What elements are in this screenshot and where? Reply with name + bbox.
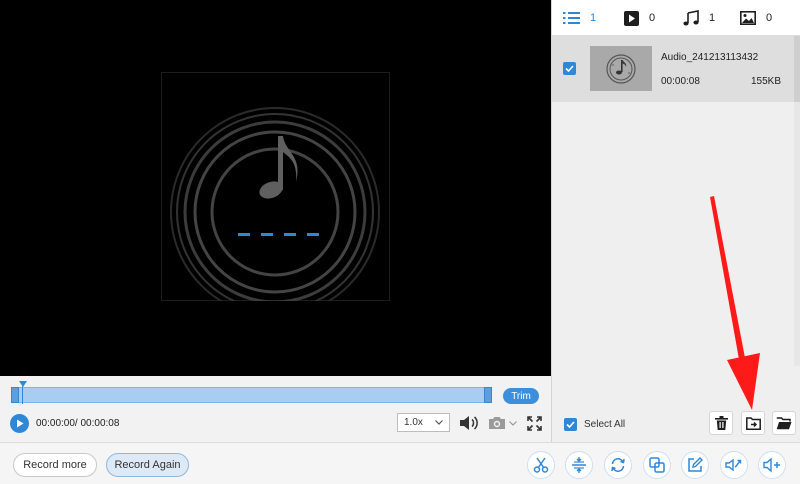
- item-thumbnail: [590, 46, 652, 91]
- checkmark-icon: [565, 65, 574, 72]
- list-item[interactable]: Audio_241213113432 00:00:08 155KB: [552, 36, 795, 102]
- edit-icon: [688, 457, 703, 472]
- volume-boost-icon: [763, 457, 780, 473]
- export-icon: [725, 458, 742, 472]
- save-to-folder-button[interactable]: [741, 411, 765, 435]
- tab-video[interactable]: 0: [624, 8, 655, 28]
- playhead-line: [22, 386, 23, 404]
- play-icon: [16, 419, 23, 428]
- filter-tabs: 1 0 1 0: [552, 0, 800, 36]
- chevron-down-icon: [508, 420, 517, 426]
- record-more-button[interactable]: Record more: [13, 453, 97, 477]
- record-again-button[interactable]: Record Again: [106, 453, 189, 477]
- image-icon: [740, 11, 756, 25]
- scissors-icon: [533, 457, 549, 473]
- bottom-toolbar: Record more Record Again: [0, 442, 800, 484]
- item-size: 155KB: [750, 76, 781, 87]
- tab-image[interactable]: 0: [740, 8, 772, 28]
- delete-button[interactable]: [709, 411, 733, 435]
- select-all-checkbox[interactable]: [564, 418, 577, 431]
- trash-icon: [714, 416, 728, 430]
- audio-visual-icon: [170, 107, 380, 301]
- camera-icon: [488, 417, 505, 429]
- fullscreen-button[interactable]: [525, 414, 543, 432]
- preview-area: [0, 0, 551, 376]
- checkmark-icon: [566, 421, 575, 428]
- trim-end-handle[interactable]: [484, 387, 492, 403]
- edit-tool-button[interactable]: [681, 451, 709, 479]
- snapshot-button[interactable]: [486, 414, 518, 432]
- music-icon: [683, 10, 699, 26]
- convert-icon: [611, 458, 625, 472]
- list-icon: [563, 12, 580, 24]
- export-tool-button[interactable]: [720, 451, 748, 479]
- open-folder-button[interactable]: [772, 411, 796, 435]
- trim-start-handle[interactable]: [11, 387, 19, 403]
- select-all-label: Select All: [584, 419, 626, 430]
- item-name: Audio_241213113432: [661, 52, 759, 63]
- tab-count: 1: [590, 12, 597, 24]
- item-duration: 00:00:08: [661, 76, 700, 87]
- media-list-panel: 1 0 1 0 Audio_241213113432 00:00:08 155K…: [551, 0, 800, 442]
- volume-icon: [460, 416, 478, 430]
- chevron-down-icon: [435, 420, 443, 425]
- tab-all[interactable]: 1: [563, 8, 596, 28]
- merge-icon: [572, 457, 586, 473]
- compress-icon: [649, 457, 665, 473]
- music-disc-icon: [606, 53, 636, 84]
- playhead-marker[interactable]: [19, 381, 27, 387]
- speed-value: 1.0x: [404, 417, 423, 428]
- tab-audio[interactable]: 1: [683, 8, 715, 28]
- tab-count: 1: [709, 12, 716, 24]
- fullscreen-icon: [526, 415, 542, 431]
- timeline-area: Trim 00:00:00/ 00:00:08 1.0x: [0, 376, 551, 442]
- scrollbar-thumb[interactable]: [794, 36, 800, 102]
- tab-count: 0: [649, 12, 656, 24]
- folder-icon: [776, 416, 792, 429]
- timeline-track[interactable]: [11, 387, 491, 403]
- tab-count: 0: [766, 12, 773, 24]
- cut-tool-button[interactable]: [527, 451, 555, 479]
- merge-tool-button[interactable]: [565, 451, 593, 479]
- item-checkbox[interactable]: [563, 62, 576, 75]
- time-display: 00:00:00/ 00:00:08: [36, 418, 120, 429]
- select-all[interactable]: Select All: [564, 418, 625, 431]
- volume-boost-tool-button[interactable]: [758, 451, 786, 479]
- video-icon: [624, 10, 639, 26]
- compress-tool-button[interactable]: [643, 451, 671, 479]
- play-button[interactable]: [10, 414, 29, 433]
- volume-button[interactable]: [458, 414, 480, 432]
- speed-select[interactable]: 1.0x: [397, 413, 450, 432]
- trim-button[interactable]: Trim: [503, 388, 539, 404]
- folder-export-icon: [745, 416, 761, 430]
- convert-tool-button[interactable]: [604, 451, 632, 479]
